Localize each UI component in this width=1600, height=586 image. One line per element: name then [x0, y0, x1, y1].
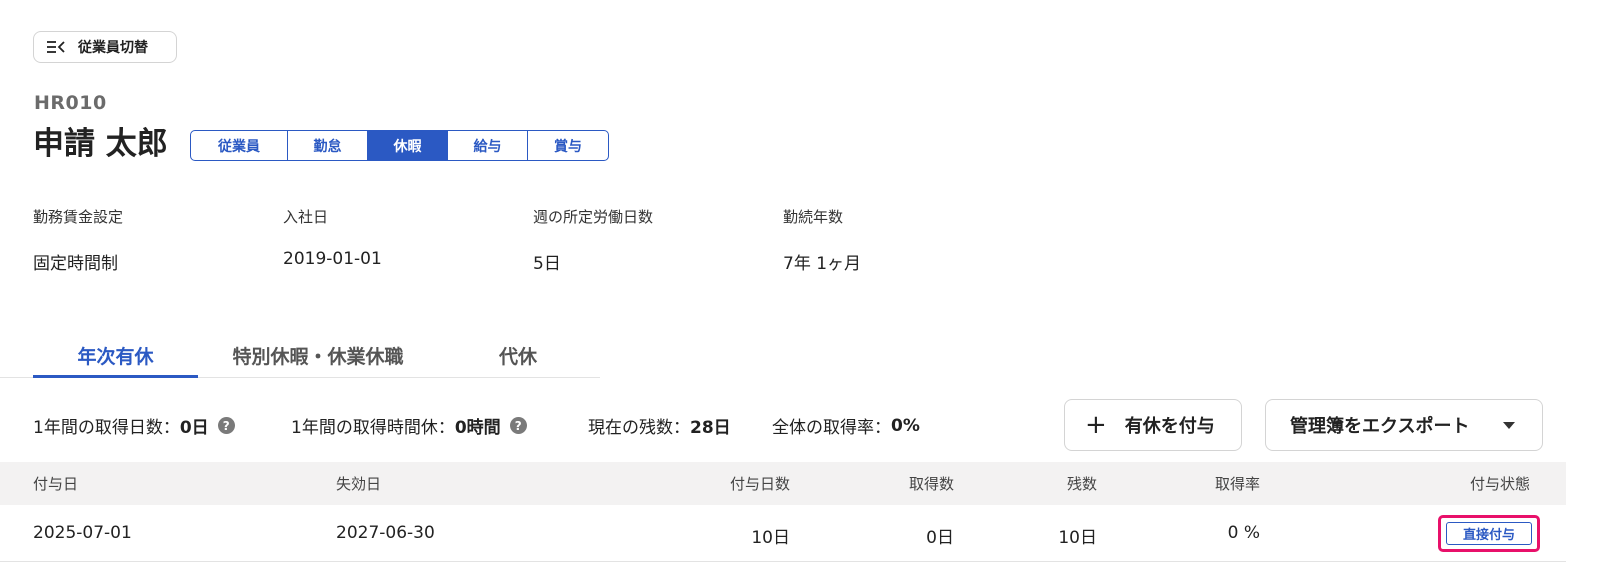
weekly-workdays-value: 5日 [533, 254, 561, 274]
tenure-label: 勤続年数 [783, 208, 844, 226]
rate-summary: 全体の取得率： 0% [772, 413, 920, 439]
column-header-rate: 取得率 [1214, 475, 1260, 493]
annual-hours-label: 1年間の取得時間休： [291, 418, 455, 438]
tab-annual-paid-leave[interactable]: 年次有休 [33, 334, 198, 376]
employee-switch-button[interactable]: 従業員切替 [33, 31, 177, 63]
leave-tabs: 年次有休 特別休暇・休業休職 代休 [33, 334, 598, 378]
annual-hours-value: 0時間 [454, 418, 501, 438]
column-header-grant-date: 付与日 [33, 475, 79, 493]
cell-taken: 0日 [926, 528, 954, 548]
annual-days-label: 1年間の取得日数： [33, 418, 180, 438]
cell-remaining: 10日 [1058, 528, 1097, 548]
hire-date-label: 入社日 [283, 208, 329, 226]
menu-collapse-icon [46, 40, 66, 54]
column-header-expiry-date: 失効日 [336, 475, 382, 493]
wage-setting-label: 勤務賃金設定 [33, 208, 124, 226]
plus-icon: + [1085, 410, 1107, 440]
chevron-down-icon [1503, 421, 1516, 429]
rate-value: 0% [891, 415, 920, 436]
wage-setting-value: 固定時間制 [33, 254, 118, 274]
column-header-remaining: 残数 [1066, 475, 1097, 493]
annual-hours-summary: 1年間の取得時間休： 0時間 ? [291, 413, 527, 438]
help-icon[interactable]: ? [509, 417, 527, 434]
export-ledger-label: 管理簿をエクスポート [1290, 416, 1470, 437]
remaining-label: 現在の残数： [588, 418, 690, 438]
section-tabs: 従業員 勤怠 休暇 給与 賞与 [190, 130, 609, 161]
section-tab-employee[interactable]: 従業員 [191, 131, 288, 160]
annual-days-value: 0日 [179, 418, 209, 438]
employee-code: HR010 [34, 92, 107, 114]
column-header-granted-days: 付与日数 [729, 475, 790, 493]
weekly-workdays-label: 週の所定労働日数 [533, 208, 654, 226]
hire-date-value: 2019-01-01 [283, 249, 382, 269]
remaining-summary: 現在の残数： 28日 [588, 413, 731, 438]
rate-label: 全体の取得率： [772, 418, 891, 438]
employee-name: 申請 太郎 [33, 126, 168, 162]
grant-leave-button[interactable]: + 有休を付与 [1064, 399, 1242, 451]
cell-expiry-date: 2027-06-30 [336, 523, 435, 543]
help-icon[interactable]: ? [217, 417, 235, 434]
cell-granted-days: 10日 [751, 528, 790, 548]
active-tab-indicator [33, 375, 198, 378]
tab-special-leave[interactable]: 特別休暇・休業休職 [203, 334, 433, 376]
section-tab-payroll[interactable]: 給与 [448, 131, 528, 160]
section-tab-attendance[interactable]: 勤怠 [288, 131, 368, 160]
tenure-value: 7年 1ヶ月 [783, 254, 862, 274]
cell-grant-date: 2025-07-01 [33, 523, 132, 543]
column-header-status: 付与状態 [1469, 475, 1530, 493]
grant-status-badge[interactable]: 直接付与 [1446, 522, 1532, 545]
employee-switch-label: 従業員切替 [78, 40, 148, 56]
row-divider [0, 561, 1566, 562]
section-tab-bonus[interactable]: 賞与 [528, 131, 608, 160]
annual-days-summary: 1年間の取得日数： 0日 ? [33, 413, 235, 438]
tab-compensatory-leave[interactable]: 代休 [453, 334, 583, 376]
grant-leave-label: 有休を付与 [1124, 416, 1215, 437]
remaining-value: 28日 [690, 418, 731, 438]
status-highlight: 直接付与 [1438, 515, 1540, 552]
column-header-taken: 取得数 [908, 475, 954, 493]
cell-rate: 0 % [1227, 523, 1260, 543]
section-tab-leave[interactable]: 休暇 [368, 131, 448, 160]
export-ledger-button[interactable]: 管理簿をエクスポート [1265, 399, 1543, 451]
